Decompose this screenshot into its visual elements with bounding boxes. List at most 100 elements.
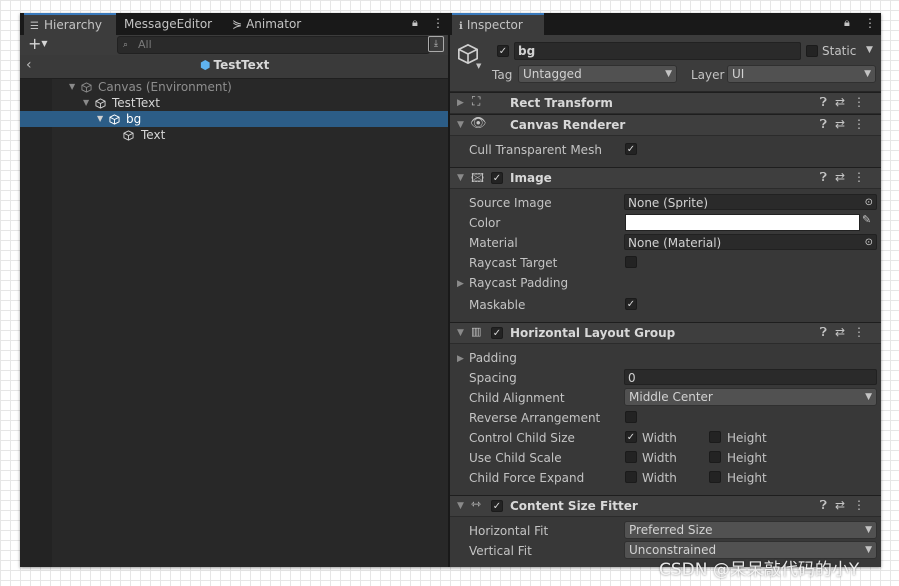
info-icon: ℹ bbox=[459, 21, 463, 32]
use-child-scale-height-label: Height bbox=[727, 451, 767, 465]
more-options-icon[interactable]: ⋮ bbox=[853, 95, 873, 109]
child-alignment-dropdown[interactable]: Middle Center ▼ bbox=[624, 388, 877, 406]
fold-arrow-right-icon[interactable]: ▶ bbox=[457, 279, 464, 289]
horizontal-fit-dropdown[interactable]: Preferred Size ▼ bbox=[624, 521, 877, 539]
more-options-icon[interactable]: ⋮ bbox=[853, 117, 873, 131]
prefab-cube-icon: ⬢ bbox=[200, 58, 211, 72]
control-child-size-width-label: Width bbox=[642, 431, 677, 445]
control-child-size-height-checkbox[interactable] bbox=[709, 431, 721, 443]
tree-item-bg-selected[interactable]: ▼ bg bbox=[20, 111, 448, 127]
image-header[interactable]: ▼ 🖾 ✓ Image ❓︎⇄⋮ bbox=[450, 167, 881, 189]
more-options-icon[interactable]: ⋮ bbox=[432, 16, 444, 30]
help-icon[interactable]: ❓︎ bbox=[820, 325, 835, 339]
fold-arrow-down-icon[interactable]: ▼ bbox=[457, 120, 464, 130]
material-field[interactable]: None (Material) ⊙ bbox=[624, 234, 877, 250]
help-icon[interactable]: ❓︎ bbox=[820, 95, 835, 109]
presets-icon[interactable]: ⇄ bbox=[835, 117, 853, 131]
fold-arrow-down-icon[interactable]: ▼ bbox=[97, 111, 103, 127]
rect-transform-icon: ⛶ bbox=[472, 94, 481, 108]
chevron-down-icon: ▼ bbox=[41, 39, 48, 48]
search-options-icon[interactable]: ⤓ bbox=[428, 36, 444, 52]
add-object-button[interactable]: +▼ bbox=[28, 35, 48, 53]
padding-label[interactable]: Padding bbox=[469, 351, 517, 365]
reverse-arrangement-checkbox[interactable] bbox=[625, 411, 637, 423]
tab-message-editor[interactable]: MessageEditor bbox=[124, 13, 212, 35]
fold-arrow-down-icon[interactable]: ▼ bbox=[69, 79, 75, 95]
object-picker-icon[interactable]: ⊙ bbox=[865, 235, 873, 249]
presets-icon[interactable]: ⇄ bbox=[835, 95, 853, 109]
component-header-icons[interactable]: ❓︎⇄⋮ bbox=[820, 117, 873, 132]
component-header-icons[interactable]: ❓︎⇄⋮ bbox=[820, 95, 873, 110]
tag-dropdown[interactable]: Untagged ▼ bbox=[518, 65, 677, 83]
rect-transform-header[interactable]: ▶ ⛶ Rect Transform ❓︎⇄⋮ bbox=[450, 92, 881, 114]
fold-arrow-right-icon[interactable]: ▶ bbox=[457, 354, 464, 364]
eyedropper-icon[interactable]: ✎ bbox=[862, 213, 871, 226]
layer-dropdown[interactable]: UI ▼ bbox=[727, 65, 876, 83]
back-arrow-icon[interactable]: ‹ bbox=[26, 57, 32, 73]
canvas-renderer-header[interactable]: ▼ 👁︎ Canvas Renderer ❓︎⇄⋮ bbox=[450, 114, 881, 136]
icon-picker-arrow-icon[interactable]: ▼ bbox=[476, 62, 481, 70]
fold-arrow-right-icon[interactable]: ▶ bbox=[457, 98, 464, 108]
fold-arrow-down-icon[interactable]: ▼ bbox=[457, 328, 464, 338]
cull-transparent-mesh-label: Cull Transparent Mesh bbox=[469, 143, 602, 157]
use-child-scale-label: Use Child Scale bbox=[469, 451, 562, 465]
hierarchy-panel: ☰ Hierarchy MessageEditor ⋟ Animator 🔒︎ ⋮ … bbox=[20, 13, 448, 567]
fold-arrow-down-icon[interactable]: ▼ bbox=[457, 501, 464, 511]
lock-icon[interactable]: 🔒︎ bbox=[412, 16, 418, 30]
control-child-size-width-checkbox[interactable]: ✓ bbox=[625, 431, 637, 443]
static-checkbox[interactable] bbox=[806, 45, 818, 57]
object-name-field[interactable]: bg bbox=[514, 42, 801, 60]
lock-icon[interactable]: 🔒︎ bbox=[844, 16, 850, 30]
eye-icon: 👁︎ bbox=[470, 116, 487, 131]
color-swatch[interactable] bbox=[625, 214, 860, 231]
more-options-icon[interactable]: ⋮ bbox=[864, 16, 876, 30]
component-header-icons[interactable]: ❓︎⇄⋮ bbox=[820, 498, 873, 513]
presets-icon[interactable]: ⇄ bbox=[835, 498, 853, 512]
inspector-tab-bar: ℹ Inspector 🔒︎ ⋮ bbox=[450, 13, 881, 35]
fold-arrow-down-icon[interactable]: ▼ bbox=[83, 95, 89, 111]
cull-transparent-mesh-checkbox[interactable]: ✓ bbox=[625, 143, 637, 155]
hierarchy-search-input[interactable]: ⌕ All bbox=[117, 36, 430, 54]
source-image-field[interactable]: None (Sprite) ⊙ bbox=[624, 194, 877, 210]
hlg-enabled-checkbox[interactable]: ✓ bbox=[491, 327, 503, 339]
spacing-field[interactable]: 0 bbox=[624, 369, 877, 385]
tree-item-text[interactable]: Text bbox=[20, 127, 448, 143]
component-header-icons[interactable]: ❓︎⇄⋮ bbox=[820, 170, 873, 185]
raycast-target-checkbox[interactable] bbox=[625, 256, 637, 268]
component-header-icons[interactable]: ❓︎⇄⋮ bbox=[820, 325, 873, 340]
object-picker-icon[interactable]: ⊙ bbox=[865, 195, 873, 209]
more-options-icon[interactable]: ⋮ bbox=[853, 498, 873, 512]
static-dropdown-icon[interactable]: ▼ bbox=[866, 45, 873, 55]
more-options-icon[interactable]: ⋮ bbox=[853, 170, 873, 184]
tree-item-canvas-environment[interactable]: ▼ Canvas (Environment) bbox=[20, 79, 448, 95]
object-header: ▼ ✓ bg Static ▼ Tag Untagged ▼ Layer UI ▼ bbox=[450, 35, 881, 92]
maskable-checkbox[interactable]: ✓ bbox=[625, 298, 637, 310]
use-child-scale-height-checkbox[interactable] bbox=[709, 451, 721, 463]
presets-icon[interactable]: ⇄ bbox=[835, 170, 853, 184]
tab-inspector[interactable]: ℹ Inspector bbox=[452, 13, 544, 35]
child-force-expand-height-checkbox[interactable] bbox=[709, 471, 721, 483]
help-icon[interactable]: ❓︎ bbox=[820, 170, 835, 184]
object-active-checkbox[interactable]: ✓ bbox=[497, 45, 509, 57]
presets-icon[interactable]: ⇄ bbox=[835, 325, 853, 339]
child-force-expand-width-checkbox[interactable] bbox=[625, 471, 637, 483]
tab-hierarchy[interactable]: ☰ Hierarchy bbox=[24, 13, 116, 35]
csf-enabled-checkbox[interactable]: ✓ bbox=[491, 500, 503, 512]
prefab-mode-header: ‹ ⬢ TestText bbox=[20, 55, 448, 79]
child-force-expand-width-label: Width bbox=[642, 471, 677, 485]
tree-item-testtext[interactable]: ▼ TestText bbox=[20, 95, 448, 111]
raycast-padding-label[interactable]: Raycast Padding bbox=[469, 276, 568, 290]
horizontal-fit-label: Horizontal Fit bbox=[469, 524, 549, 538]
help-icon[interactable]: ❓︎ bbox=[820, 117, 835, 131]
image-icon: 🖾 bbox=[471, 171, 485, 185]
raycast-target-label: Raycast Target bbox=[469, 256, 558, 270]
more-options-icon[interactable]: ⋮ bbox=[853, 325, 873, 339]
tab-animator[interactable]: ⋟ Animator bbox=[232, 13, 301, 35]
help-icon[interactable]: ❓︎ bbox=[820, 498, 835, 512]
use-child-scale-width-checkbox[interactable] bbox=[625, 451, 637, 463]
horizontal-layout-group-header[interactable]: ▼ ▥ ✓ Horizontal Layout Group ❓︎⇄⋮ bbox=[450, 322, 881, 344]
control-child-size-height-label: Height bbox=[727, 431, 767, 445]
image-enabled-checkbox[interactable]: ✓ bbox=[491, 172, 503, 184]
fold-arrow-down-icon[interactable]: ▼ bbox=[457, 173, 464, 183]
content-size-fitter-header[interactable]: ▼ ⇿ ✓ Content Size Fitter ❓︎⇄⋮ bbox=[450, 495, 881, 517]
